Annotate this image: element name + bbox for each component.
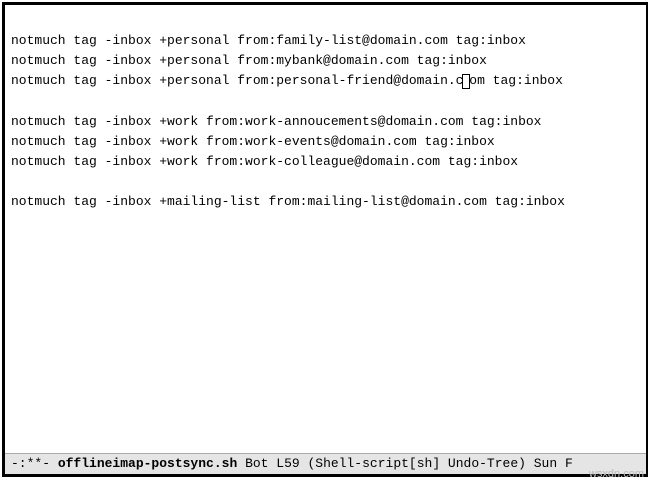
- modeline-line: L59: [276, 456, 299, 471]
- watermark: wsxdn.com: [589, 468, 644, 480]
- modeline-prefix: -:**-: [11, 456, 58, 471]
- blank-line: [11, 172, 640, 192]
- buffer-line[interactable]: notmuch tag -inbox +personal from:person…: [11, 71, 640, 91]
- modeline: -:**- offlineimap-postsync.sh Bot L59 (S…: [5, 453, 646, 474]
- buffer-line[interactable]: notmuch tag -inbox +mailing-list from:ma…: [11, 192, 640, 212]
- buffer-line[interactable]: notmuch tag -inbox +personal from:mybank…: [11, 51, 640, 71]
- buffer-text: om tag:inbox: [469, 73, 563, 88]
- modeline-modes: (Shell-script[sh] Undo-Tree): [308, 456, 526, 471]
- editor-frame: notmuch tag -inbox +personal from:family…: [2, 2, 648, 477]
- modeline-position: Bot: [245, 456, 268, 471]
- text-cursor: [462, 74, 470, 89]
- modeline-tail: Sun F: [534, 456, 573, 471]
- buffer-line[interactable]: notmuch tag -inbox +work from:work-event…: [11, 132, 640, 152]
- modeline-spacer: [237, 456, 245, 471]
- modeline-filename: offlineimap-postsync.sh: [58, 456, 237, 471]
- buffer-line[interactable]: notmuch tag -inbox +personal from:family…: [11, 31, 640, 51]
- buffer-text: notmuch tag -inbox +personal from:person…: [11, 73, 463, 88]
- buffer-line[interactable]: notmuch tag -inbox +work from:work-annou…: [11, 112, 640, 132]
- blank-line: [11, 91, 640, 111]
- text-buffer[interactable]: notmuch tag -inbox +personal from:family…: [5, 5, 646, 218]
- buffer-line[interactable]: notmuch tag -inbox +work from:work-colle…: [11, 152, 640, 172]
